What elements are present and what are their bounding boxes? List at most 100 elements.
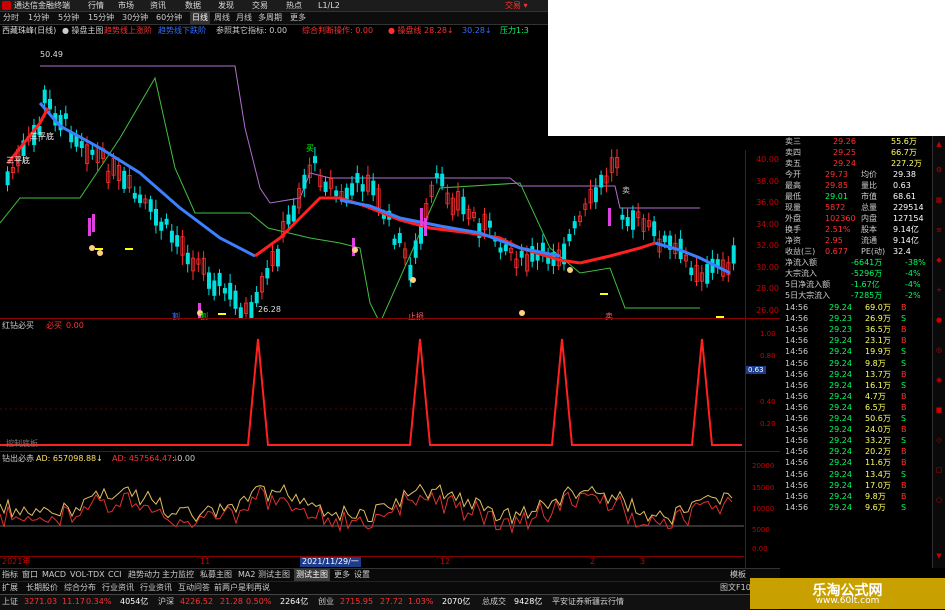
- chart-icon[interactable]: ◆: [935, 256, 943, 264]
- settings-icon[interactable]: ⚙: [935, 166, 943, 174]
- tab[interactable]: CCI: [108, 569, 122, 581]
- period-tab[interactable]: 30分钟: [122, 12, 148, 24]
- tick-volume: 13.4万: [865, 469, 891, 479]
- tab[interactable]: 测试主图: [258, 569, 290, 581]
- tool-icon[interactable]: ◇: [935, 436, 943, 444]
- tab[interactable]: VOL-TDX: [70, 569, 105, 581]
- indicator-label: 30.28↓: [462, 26, 492, 35]
- stat-value: 2.95: [825, 236, 843, 245]
- stat-value: 29.01: [825, 192, 848, 201]
- spike-indicator-chart[interactable]: [0, 331, 744, 451]
- sub1-caption: 控制底板: [6, 439, 38, 448]
- period-tab[interactable]: 1分钟: [28, 12, 49, 24]
- tab[interactable]: 指标: [2, 569, 18, 581]
- plus-icon[interactable]: +: [935, 286, 943, 294]
- tab[interactable]: 更多: [334, 569, 350, 581]
- tick-side: S: [901, 436, 907, 446]
- candle-body: [360, 184, 365, 192]
- price-tick: 26.00: [756, 306, 779, 315]
- index-value: 2715.95: [340, 597, 374, 606]
- template-button[interactable]: 模板: [730, 569, 746, 581]
- chevron-up-icon[interactable]: ▲: [935, 140, 943, 148]
- tab[interactable]: 趋势动力: [128, 569, 160, 581]
- tick-side: B: [901, 391, 907, 401]
- menu-item[interactable]: 热点: [286, 0, 302, 11]
- tab[interactable]: 行业资讯: [140, 582, 172, 594]
- tab[interactable]: 前两户是利再说: [214, 582, 270, 594]
- period-tab[interactable]: 多周期: [258, 12, 282, 24]
- tab[interactable]: 窗口: [22, 569, 38, 581]
- tool-icon[interactable]: □: [935, 466, 943, 474]
- menu-item[interactable]: 行情: [88, 0, 104, 11]
- f10-button[interactable]: 图文F10: [720, 582, 751, 594]
- menu-item[interactable]: 发现: [218, 0, 234, 11]
- tick-volume: 36.5万: [865, 325, 891, 335]
- candle-body: [371, 180, 376, 196]
- ad-oscillator-chart[interactable]: [0, 464, 744, 552]
- tab[interactable]: 综合分布: [64, 582, 96, 594]
- tool-icon[interactable]: ◉: [935, 376, 943, 384]
- index-value: 3271.03: [24, 597, 58, 606]
- tool-icon[interactable]: ◎: [935, 346, 943, 354]
- tick-price: 29.24: [829, 502, 852, 512]
- chevron-down-icon[interactable]: ▼: [935, 552, 943, 560]
- date-axis: 2021年 11 2021/11/29/一 12 2 3: [0, 556, 744, 568]
- period-tab-active[interactable]: 日线: [190, 12, 210, 24]
- tick-price: 29.24: [829, 491, 852, 501]
- candle-body: [323, 181, 328, 192]
- tick-volume: 19.9万: [865, 347, 891, 357]
- period-tab[interactable]: 周线: [214, 12, 230, 24]
- tab[interactable]: MA2: [238, 569, 255, 581]
- indicator-label: 参照其它指标: 0.00: [216, 26, 288, 35]
- period-tab[interactable]: 更多: [290, 12, 306, 24]
- main-indicator-header: 西藏珠峰(日线) ● 操盘主图 趋势线上涨阶 趋势线下跌阶 参照其它指标: 0.…: [0, 25, 548, 37]
- tab[interactable]: 私募主图: [200, 569, 232, 581]
- title-bar: 通达信金融终端 行情 市场 资讯 数据 发现 交易 热点 L1/L2 交易 ▾: [0, 0, 548, 12]
- stat-label: 量比: [861, 181, 877, 190]
- tab[interactable]: 设置: [354, 569, 370, 581]
- tick-side: S: [901, 502, 907, 512]
- period-tab[interactable]: 月线: [236, 12, 252, 24]
- candle-body: [217, 272, 222, 287]
- trade-menu[interactable]: 交易 ▾: [505, 0, 528, 11]
- menu-item[interactable]: 资讯: [150, 0, 166, 11]
- candle-body: [48, 98, 53, 110]
- tab[interactable]: 长期股价: [26, 582, 58, 594]
- tab[interactable]: 互动问答: [178, 582, 210, 594]
- date-label: 12: [440, 557, 451, 566]
- tick-price: 29.23: [829, 325, 852, 335]
- menu-item[interactable]: 市场: [118, 0, 134, 11]
- menu-item[interactable]: 数据: [185, 0, 201, 11]
- info-icon[interactable]: ●: [935, 316, 943, 324]
- period-tab[interactable]: 60分钟: [156, 12, 182, 24]
- tab[interactable]: 主力监控: [162, 569, 194, 581]
- tab[interactable]: MACD: [42, 569, 66, 581]
- total-label: 总成交: [482, 597, 506, 606]
- stat-label: PE(动): [861, 247, 886, 256]
- period-tab[interactable]: 5分钟: [58, 12, 79, 24]
- sub2-axis-tick: 10000: [752, 505, 775, 513]
- candle-body: [63, 113, 68, 119]
- grid-icon[interactable]: ▦: [935, 196, 943, 204]
- tool-icon[interactable]: ○: [935, 496, 943, 504]
- menu-item[interactable]: 交易: [252, 0, 268, 11]
- menu-item[interactable]: L1/L2: [318, 0, 340, 11]
- tab[interactable]: 扩展: [2, 582, 18, 594]
- signal-mark: 止损: [408, 312, 424, 321]
- candle-body: [599, 174, 604, 188]
- tick-price: 29.24: [829, 369, 852, 379]
- tab[interactable]: 行业资讯: [102, 582, 134, 594]
- period-tab[interactable]: 15分钟: [88, 12, 114, 24]
- candlestick-chart[interactable]: [0, 38, 744, 318]
- tick-time: 14:56: [785, 325, 809, 335]
- tool-icon[interactable]: ■: [935, 406, 943, 414]
- list-icon[interactable]: ≡: [935, 226, 943, 234]
- period-tab[interactable]: 分时: [3, 12, 19, 24]
- candle-body: [392, 238, 397, 245]
- tick-time: 14:56: [785, 414, 809, 423]
- index-change: 21.28: [220, 597, 243, 606]
- stat-label: 总量: [861, 203, 877, 212]
- tick-volume: 4.7万: [865, 391, 886, 401]
- tab-active[interactable]: 测试主图: [294, 569, 330, 581]
- sub2-ad-label: AD: 657098.88↓: [36, 454, 103, 463]
